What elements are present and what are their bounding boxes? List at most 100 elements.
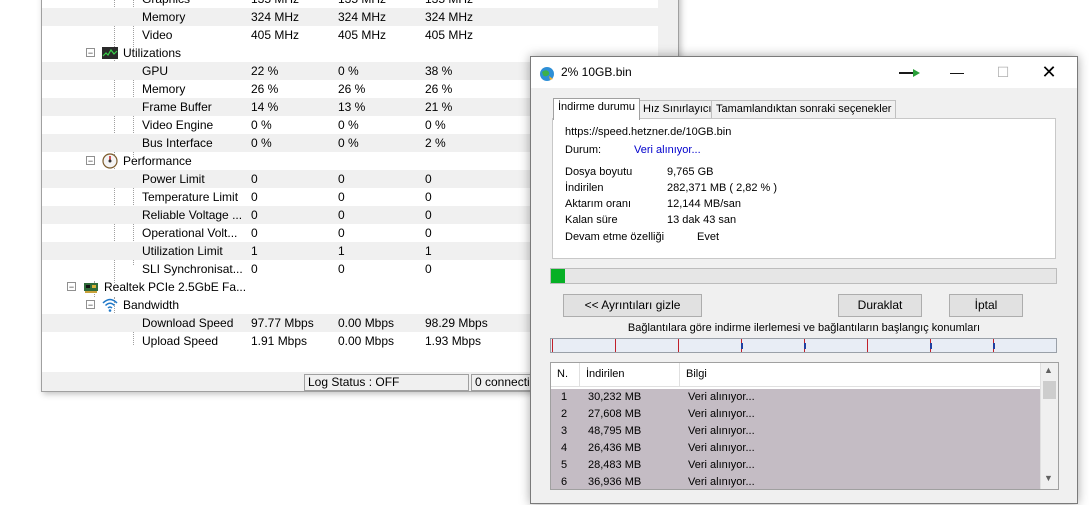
row-name: GPU	[142, 64, 169, 78]
row-value: 0	[338, 208, 345, 222]
row-value: 0	[425, 226, 432, 240]
wifi-icon	[102, 297, 118, 313]
row-name: Operational Volt...	[142, 226, 238, 240]
conn-number: 6	[561, 476, 568, 488]
status-panel: https://speed.hetzner.de/10GB.bin Durum:…	[552, 118, 1056, 259]
table-row[interactable]: 4 26,436 MB Veri alınıyor...	[551, 440, 1040, 457]
table-row[interactable]: 6 36,936 MB Veri alınıyor...	[551, 474, 1040, 489]
row-value: 0 %	[251, 136, 272, 150]
row-value: 1.91 Mbps	[251, 334, 308, 348]
conn-downloaded: 36,936 MB	[588, 476, 642, 488]
scroll-thumb[interactable]	[1043, 381, 1056, 399]
connection-start-marker	[678, 339, 679, 352]
resume-value: Evet	[697, 231, 720, 243]
downloaded-value: 282,371 MB ( 2,82 % )	[667, 182, 778, 194]
table-row[interactable]: 1 30,232 MB Veri alınıyor...	[551, 389, 1040, 406]
row-value: 0.00 Mbps	[338, 334, 395, 348]
row-value: 1	[251, 244, 258, 258]
collapse-icon[interactable]: −	[86, 156, 95, 166]
connection-progress-marker	[741, 343, 743, 349]
vertical-scrollbar[interactable]: ▲ ▼	[1040, 363, 1058, 489]
tab-download-status[interactable]: İndirme durumu	[553, 98, 641, 120]
row-value: 0	[251, 190, 258, 204]
scroll-up-icon[interactable]: ▲	[1044, 365, 1053, 375]
close-button[interactable]: ✕	[1026, 57, 1072, 88]
resume-label: Devam etme özelliği	[565, 231, 665, 243]
row-value: 26 %	[338, 82, 366, 96]
time-left-value: 13 dak 43 san	[667, 214, 737, 226]
arrow-right-icon[interactable]	[899, 67, 921, 82]
table-row[interactable]: 5 28,483 MB Veri alınıyor...	[551, 457, 1040, 474]
hide-details-button[interactable]: << Ayrıntıları gizle	[563, 294, 702, 317]
row-name: Bandwidth	[123, 298, 180, 312]
conn-info: Veri alınıyor...	[688, 425, 755, 437]
conn-downloaded: 26,436 MB	[588, 442, 642, 454]
collapse-icon[interactable]: −	[67, 282, 76, 292]
table-row[interactable]: 2 27,608 MB Veri alınıyor...	[551, 406, 1040, 423]
status-value: Veri alınıyor...	[634, 144, 701, 156]
table-header: N. İndirilen Bilgi	[551, 363, 1040, 387]
row-name: Performance	[123, 154, 192, 168]
row-name: Frame Buffer	[142, 100, 212, 114]
maximize-button[interactable]: ☐	[980, 57, 1026, 88]
row-name: Temperature Limit	[142, 190, 239, 204]
row-name: Video	[142, 28, 173, 42]
row-value: 0.00 Mbps	[338, 316, 395, 330]
file-size-label: Dosya boyutu	[565, 166, 633, 178]
tree-row[interactable]: Memory 324 MHz 324 MHz 324 MHz	[42, 8, 658, 26]
row-value: 2 %	[425, 136, 446, 150]
minimize-button[interactable]: —	[934, 57, 980, 88]
conn-number: 5	[561, 459, 568, 471]
connection-progress-marker	[804, 343, 806, 349]
conn-info: Veri alınıyor...	[688, 442, 755, 454]
tree-row[interactable]: Video 405 MHz 405 MHz 405 MHz	[42, 26, 658, 44]
row-value: 324 MHz	[425, 10, 474, 24]
row-value: 0	[251, 226, 258, 240]
row-value: 0 %	[251, 118, 272, 132]
cancel-button[interactable]: İptal	[949, 294, 1023, 317]
conn-downloaded: 28,483 MB	[588, 459, 642, 471]
title-bar[interactable]: 2% 10GB.bin — ☐ ✕	[531, 57, 1077, 88]
connections-progress-bar	[550, 338, 1057, 353]
row-value: 26 %	[425, 82, 453, 96]
column-header-downloaded[interactable]: İndirilen	[580, 363, 680, 386]
row-value: 0	[338, 226, 345, 240]
row-value: 21 %	[425, 100, 453, 114]
row-value: 135 MHz	[251, 0, 299, 8]
row-value: 0 %	[338, 136, 359, 150]
tab-after-completion[interactable]: Tamamlandıktan sonraki seçenekler	[711, 100, 897, 119]
connections-table[interactable]: N. İndirilen Bilgi 1 30,232 MB Veri alın…	[550, 362, 1059, 490]
row-name: Power Limit	[142, 172, 205, 186]
row-value: 0	[425, 262, 432, 276]
collapse-icon[interactable]: −	[86, 48, 95, 58]
progress-fill	[551, 269, 565, 283]
scroll-down-icon[interactable]: ▼	[1044, 473, 1053, 483]
column-header-info[interactable]: Bilgi	[680, 363, 1040, 386]
download-dialog: 2% 10GB.bin — ☐ ✕ İndirme durumu Hız Sın…	[530, 56, 1078, 504]
row-name: Realtek PCIe 2.5GbE Fa...	[104, 280, 247, 294]
tree-row[interactable]: Graphics 135 MHz 135 MHz 135 MHz	[42, 0, 658, 8]
connection-progress-marker	[930, 343, 932, 349]
row-value: 0	[251, 262, 258, 276]
connection-start-marker	[615, 339, 616, 352]
connection-start-marker	[552, 339, 553, 352]
pause-button[interactable]: Duraklat	[838, 294, 922, 317]
row-name: Download Speed	[142, 316, 234, 330]
time-left-label: Kalan süre	[565, 214, 618, 226]
row-value: 22 %	[251, 64, 279, 78]
row-value: 0	[251, 208, 258, 222]
status-label: Durum:	[565, 144, 602, 156]
table-row[interactable]: 3 48,795 MB Veri alınıyor...	[551, 423, 1040, 440]
connection-progress-marker	[993, 343, 995, 349]
conn-number: 4	[561, 442, 568, 454]
row-name: SLI Synchronisat...	[142, 262, 243, 276]
column-header-number[interactable]: N.	[551, 363, 580, 386]
tab-speed-limiter[interactable]: Hız Sınırlayıcı	[638, 100, 717, 119]
connections-caption: Bağlantılara göre indirme ilerlemesi ve …	[627, 322, 981, 334]
conn-info: Veri alınıyor...	[688, 476, 755, 488]
row-value: 14 %	[251, 100, 279, 114]
dialog-title: 2% 10GB.bin	[561, 65, 632, 79]
row-name: Video Engine	[142, 118, 214, 132]
collapse-icon[interactable]: −	[86, 300, 95, 310]
row-value: 0	[425, 190, 432, 204]
